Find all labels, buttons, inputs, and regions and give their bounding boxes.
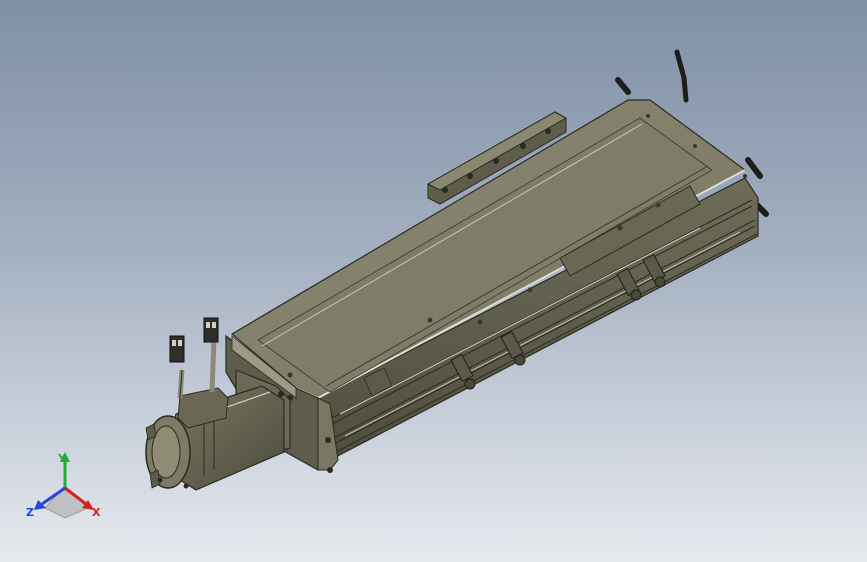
cad-model-view[interactable] — [0, 0, 867, 562]
motor-connectors — [169, 317, 229, 429]
orientation-triad: Y X Z — [26, 452, 101, 519]
graphics-viewport[interactable]: Y X Z — [0, 0, 867, 562]
triad-x-label: X — [92, 506, 101, 519]
triad-z-label: Z — [26, 506, 34, 519]
triad-y-label: Y — [57, 452, 67, 465]
